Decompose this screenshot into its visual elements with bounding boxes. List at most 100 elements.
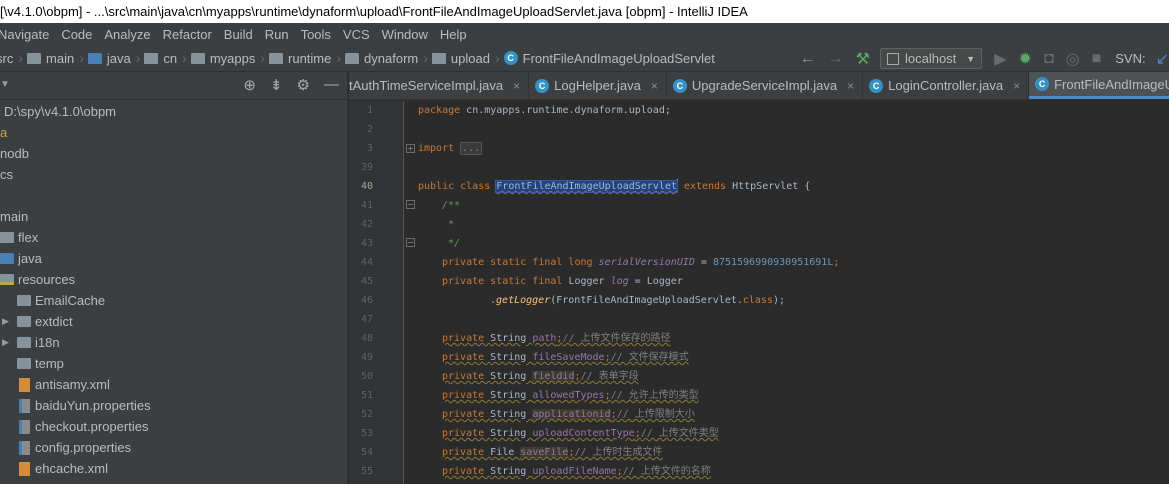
tree-row-flex[interactable]: flex — [0, 227, 38, 248]
code-token: private — [442, 428, 491, 439]
folder-icon — [17, 337, 31, 348]
fold-expand-icon[interactable]: + — [406, 144, 415, 153]
expand-arrow-icon[interactable]: ▶ — [2, 332, 14, 353]
tree-row-main[interactable]: main — [0, 206, 28, 227]
tree-row-ehcache[interactable]: ehcache.xml — [19, 458, 108, 479]
breadcrumb-main[interactable]: main › — [23, 50, 84, 66]
tree-row-label: java — [18, 251, 42, 266]
code-token: import — [418, 143, 455, 154]
tree-row-baiduyun[interactable]: baiduYun.properties — [19, 395, 151, 416]
tree-row-temp[interactable]: temp — [17, 353, 64, 374]
view-mode-dropdown-icon[interactable]: ▼ — [0, 79, 10, 90]
hide-panel-icon[interactable]: — — [324, 76, 339, 94]
breadcrumb-runtime[interactable]: runtime › — [265, 50, 341, 66]
editor-tab[interactable]: C UpgradeServiceImpl.java × — [667, 72, 864, 99]
breadcrumb-cn[interactable]: cn › — [140, 50, 187, 66]
line-number: 53 — [360, 428, 373, 439]
svn-update-icon[interactable]: ↙ — [1156, 49, 1169, 69]
tree-row-resources[interactable]: resources — [0, 269, 75, 290]
field-name: path — [532, 333, 557, 344]
collapse-all-icon[interactable]: ⇟ — [270, 76, 283, 94]
breadcrumb-src[interactable]: src› — [0, 50, 23, 66]
breadcrumb-dynaform[interactable]: dynaform › — [341, 50, 428, 66]
run-icon[interactable]: ▶ — [994, 49, 1006, 69]
editor-tab-active[interactable]: C FrontFileAndImageUp — [1029, 72, 1169, 99]
menu-vcs[interactable]: VCS — [334, 27, 373, 42]
svn-label: SVN: — [1115, 51, 1146, 66]
tree-row-root-path[interactable]: D:\spy\v4.1.0\obpm — [4, 101, 116, 122]
editor-tab[interactable]: C LoginController.java × — [863, 72, 1030, 99]
build-hammer-icon[interactable]: ⚒ — [856, 49, 870, 69]
tree-row-config[interactable]: config.properties — [19, 437, 131, 458]
breadcrumb-label: dynaform — [364, 50, 419, 66]
tree-row-i18n[interactable]: ▶ i18n — [2, 332, 60, 353]
menu-code[interactable]: Code — [52, 27, 95, 42]
tree-row[interactable]: nodb — [0, 143, 29, 164]
expand-arrow-icon[interactable]: ▶ — [2, 311, 14, 332]
run-configuration-select[interactable]: localhost ▼ — [879, 48, 983, 69]
locate-target-icon[interactable]: ⊕ — [243, 76, 256, 94]
tree-row-antisamy[interactable]: antisamy.xml — [19, 374, 110, 395]
folded-imports[interactable]: ... — [460, 142, 483, 155]
properties-file-icon — [19, 419, 30, 434]
menu-analyze[interactable]: Analyze — [95, 27, 153, 42]
code-token: private — [442, 409, 491, 420]
tree-row-extdict[interactable]: ▶ extdict — [2, 311, 73, 332]
fold-end-icon[interactable]: − — [406, 238, 415, 247]
back-arrow-icon[interactable]: ← — [800, 50, 816, 68]
tree-row[interactable]: a — [0, 122, 7, 143]
close-icon[interactable]: × — [1013, 79, 1020, 93]
stop-icon[interactable]: ■ — [1092, 50, 1102, 68]
code-editor[interactable]: 1 2 3 39 40 41 42 43 44 45 46 47 48 49 5… — [349, 101, 1169, 484]
menu-window[interactable]: Window — [373, 27, 431, 42]
code-token: = — [694, 257, 713, 268]
fold-collapse-icon[interactable]: − — [406, 200, 415, 209]
package-icon — [190, 52, 205, 64]
project-tool-window: ▼ ⊕ ⇟ ⚙ — D:\spy\v4.1.0\obpm a nodb cs m… — [0, 72, 348, 484]
editor-tab[interactable]: tAuthTimeServiceImpl.java × — [349, 72, 530, 99]
line-comment: // 上传时生成文件 — [574, 447, 663, 458]
menu-refactor[interactable]: Refactor — [154, 27, 215, 42]
code-token: log — [610, 276, 629, 287]
close-icon[interactable]: × — [651, 79, 658, 93]
tree-row-checkout[interactable]: checkout.properties — [19, 416, 148, 437]
tree-row-label: checkout.properties — [35, 419, 149, 434]
menu-help[interactable]: Help — [431, 27, 470, 42]
close-icon[interactable]: × — [513, 79, 520, 93]
forward-arrow-icon[interactable]: → — [828, 50, 844, 68]
breadcrumb-label: main — [46, 50, 75, 66]
selected-class-name: FrontFileAndImageUploadServlet — [495, 180, 678, 193]
breadcrumb-class[interactable]: C FrontFileAndImageUploadServlet — [500, 51, 715, 66]
breadcrumb-upload[interactable]: upload › — [428, 50, 500, 66]
menu-build[interactable]: Build — [215, 27, 256, 42]
tree-row-java[interactable]: java — [0, 248, 42, 269]
breadcrumb-java[interactable]: java › — [84, 50, 140, 66]
coverage-icon[interactable]: ◘ — [1044, 50, 1054, 68]
class-icon: C — [672, 78, 687, 93]
tab-label: FrontFileAndImageUp — [1054, 76, 1169, 92]
code-token: private — [442, 466, 491, 477]
code-token: serialVersionUID — [598, 257, 695, 268]
tree-row[interactable]: cs — [0, 164, 13, 185]
code-token: private — [442, 390, 491, 401]
menu-tools[interactable]: Tools — [292, 27, 334, 42]
code-line: private String fieldid;// 表单字段 — [442, 371, 639, 382]
code-line: private String fileSaveMode;// 文件保存模式 — [442, 352, 689, 363]
breadcrumb-myapps[interactable]: myapps › — [187, 50, 265, 66]
line-comment: // 上传文件的名称 — [622, 466, 711, 477]
code-token: class — [742, 295, 773, 306]
editor-tab[interactable]: C LogHelper.java × — [529, 72, 667, 99]
tree-row-emailcache[interactable]: EmailCache — [17, 290, 105, 311]
debug-icon[interactable]: ✹ — [1019, 49, 1032, 69]
menu-bar: Navigate Code Analyze Refactor Build Run… — [0, 23, 1169, 45]
line-number: 51 — [360, 390, 373, 401]
editor-gutter: 1 2 3 39 40 41 42 43 44 45 46 47 48 49 5… — [349, 101, 404, 484]
close-icon[interactable]: × — [847, 79, 854, 93]
menu-navigate[interactable]: Navigate — [0, 27, 52, 42]
profile-icon[interactable]: ◎ — [1066, 49, 1080, 69]
chevron-down-icon: ▼ — [966, 53, 976, 64]
code-line: private String uploadFileName;// 上传文件的名称 — [442, 466, 711, 477]
code-token: public class — [418, 181, 497, 192]
gear-icon[interactable]: ⚙ — [297, 76, 310, 94]
menu-run[interactable]: Run — [256, 27, 292, 42]
